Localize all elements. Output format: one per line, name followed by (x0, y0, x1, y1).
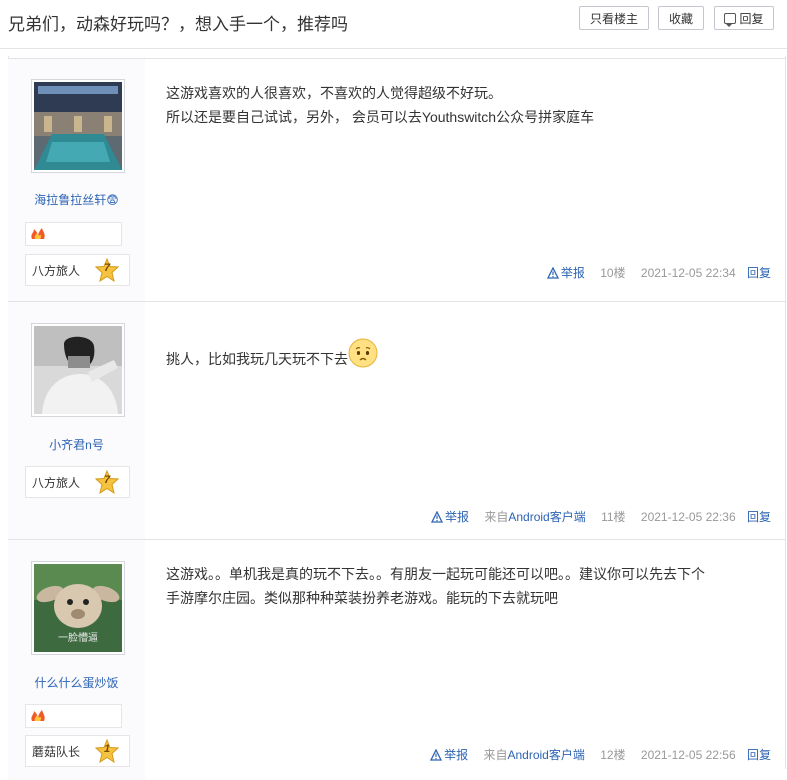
content-line: 所以还是要自己试试，另外， 会员可以去Youthswitch公众号拼家庭车 (166, 109, 595, 125)
fire-badge-icon (31, 228, 45, 239)
report-link[interactable]: 举报 (561, 266, 585, 280)
content-line: 这游戏。。单机我是真的玩不下去。。有朋友一起玩可能还可以吧。。建议你可以先去下个 (166, 566, 705, 582)
post-floor-12: 一脸懵逼 什么什么蛋炒饭 蘑菇队长 1 这游戏。。单机我是真的玩不下去。。有朋友… (8, 539, 785, 780)
avatar-image-creature: 一脸懵逼 (34, 564, 122, 652)
content-line: 这游戏喜欢的人很喜欢，不喜欢的人觉得超级不好玩。 (166, 85, 502, 101)
warning-icon (430, 749, 443, 761)
author-name[interactable]: 海拉鲁拉丝轩😨 (8, 191, 145, 208)
reply-link[interactable]: 回复 (747, 748, 771, 762)
pleading-face-emoji (348, 338, 378, 368)
avatar[interactable]: 一脸懵逼 (31, 561, 125, 655)
post-content: 这游戏。。单机我是真的玩不下去。。有朋友一起玩可能还可以吧。。建议你可以先去下个… (166, 562, 766, 610)
post-meta: 举报 来自Android客户端 12楼 2021-12-05 22:56 回复 (430, 746, 771, 763)
only-op-button[interactable]: 只看楼主 (579, 6, 649, 30)
avatar-image-pool (34, 82, 122, 170)
level-number: 1 (103, 743, 111, 755)
level-badge: 八方旅人 7 (25, 466, 130, 498)
reply-icon (724, 13, 737, 27)
reply-link[interactable]: 回复 (747, 266, 771, 280)
thread-header: 兄弟们，动森好玩吗？，想入手一个，推荐吗 只看楼主 收藏 回复 (0, 0, 787, 49)
post-meta: 举报 10楼 2021-12-05 22:34 回复 (546, 264, 771, 281)
post-time: 2021-12-05 22:56 (640, 748, 736, 762)
source-client-link[interactable]: Android客户端 (508, 510, 585, 524)
warning-icon (546, 267, 559, 279)
reply-link[interactable]: 回复 (747, 510, 771, 524)
post-floor-11: 小齐君n号 八方旅人 7 挑人，比如我玩几天玩不下去 举报 来自Android客… (8, 301, 785, 540)
post-source: 来自Android客户端 (483, 748, 584, 762)
post-source: 来自Android客户端 (484, 510, 585, 524)
author-sidebar: 小齐君n号 八方旅人 7 (8, 302, 145, 540)
avatar-caption: 一脸懵逼 (58, 631, 98, 644)
source-client-link[interactable]: Android客户端 (507, 748, 584, 762)
reply-button-label: 回复 (739, 12, 764, 26)
floor-number: 11楼 (601, 510, 626, 524)
post-time: 2021-12-05 22:34 (640, 266, 736, 280)
post-meta: 举报 来自Android客户端 11楼 2021-12-05 22:36 回复 (430, 508, 771, 525)
level-name: 八方旅人 (32, 476, 81, 490)
post-time: 2021-12-05 22:36 (640, 510, 736, 524)
level-number: 7 (103, 262, 111, 274)
content-line: 挑人，比如我玩几天玩不下去 (166, 351, 348, 367)
level-star-icon: 7 (95, 470, 119, 494)
frame-right-border (785, 56, 786, 769)
favorite-button[interactable]: 收藏 (658, 6, 704, 30)
level-number: 7 (103, 474, 111, 486)
level-badge: 八方旅人 7 (25, 254, 130, 286)
report-link[interactable]: 举报 (445, 510, 469, 524)
avatar[interactable] (31, 79, 125, 173)
thread-title: 兄弟们，动森好玩吗？，想入手一个，推荐吗 (8, 15, 348, 34)
fire-badge-icon (31, 710, 45, 721)
floor-number: 10楼 (600, 266, 626, 280)
author-sidebar: 一脸懵逼 什么什么蛋炒饭 蘑菇队长 1 (8, 540, 145, 780)
reply-button[interactable]: 回复 (714, 6, 774, 30)
content-line: 手游摩尔庄园。类似那种种菜装扮养老游戏。能玩的下去就玩吧 (166, 590, 558, 606)
level-star-icon: 7 (95, 258, 119, 282)
source-prefix: 来自 (484, 510, 509, 524)
level-name: 蘑菇队长 (32, 745, 81, 759)
source-prefix: 来自 (483, 748, 508, 762)
avatar-image-person (34, 326, 122, 414)
level-badge: 蘑菇队长 1 (25, 735, 130, 767)
author-sidebar: 海拉鲁拉丝轩😨 八方旅人 7 (8, 59, 145, 302)
member-badge (25, 704, 122, 728)
report-link[interactable]: 举报 (444, 748, 468, 762)
post-floor-10: 海拉鲁拉丝轩😨 八方旅人 7 这游戏喜欢的人很喜欢，不喜欢的人觉得超级不好玩。 … (8, 58, 785, 302)
warning-icon (430, 511, 443, 523)
post-content: 挑人，比如我玩几天玩不下去 (166, 338, 766, 371)
level-star-icon: 1 (95, 739, 119, 763)
member-badge (25, 222, 122, 246)
post-content: 这游戏喜欢的人很喜欢，不喜欢的人觉得超级不好玩。 所以还是要自己试试，另外， 会… (166, 81, 766, 129)
level-name: 八方旅人 (32, 264, 81, 278)
author-name[interactable]: 小齐君n号 (8, 436, 145, 453)
floor-number: 12楼 (600, 748, 626, 762)
avatar[interactable] (31, 323, 125, 417)
author-name[interactable]: 什么什么蛋炒饭 (8, 674, 145, 691)
